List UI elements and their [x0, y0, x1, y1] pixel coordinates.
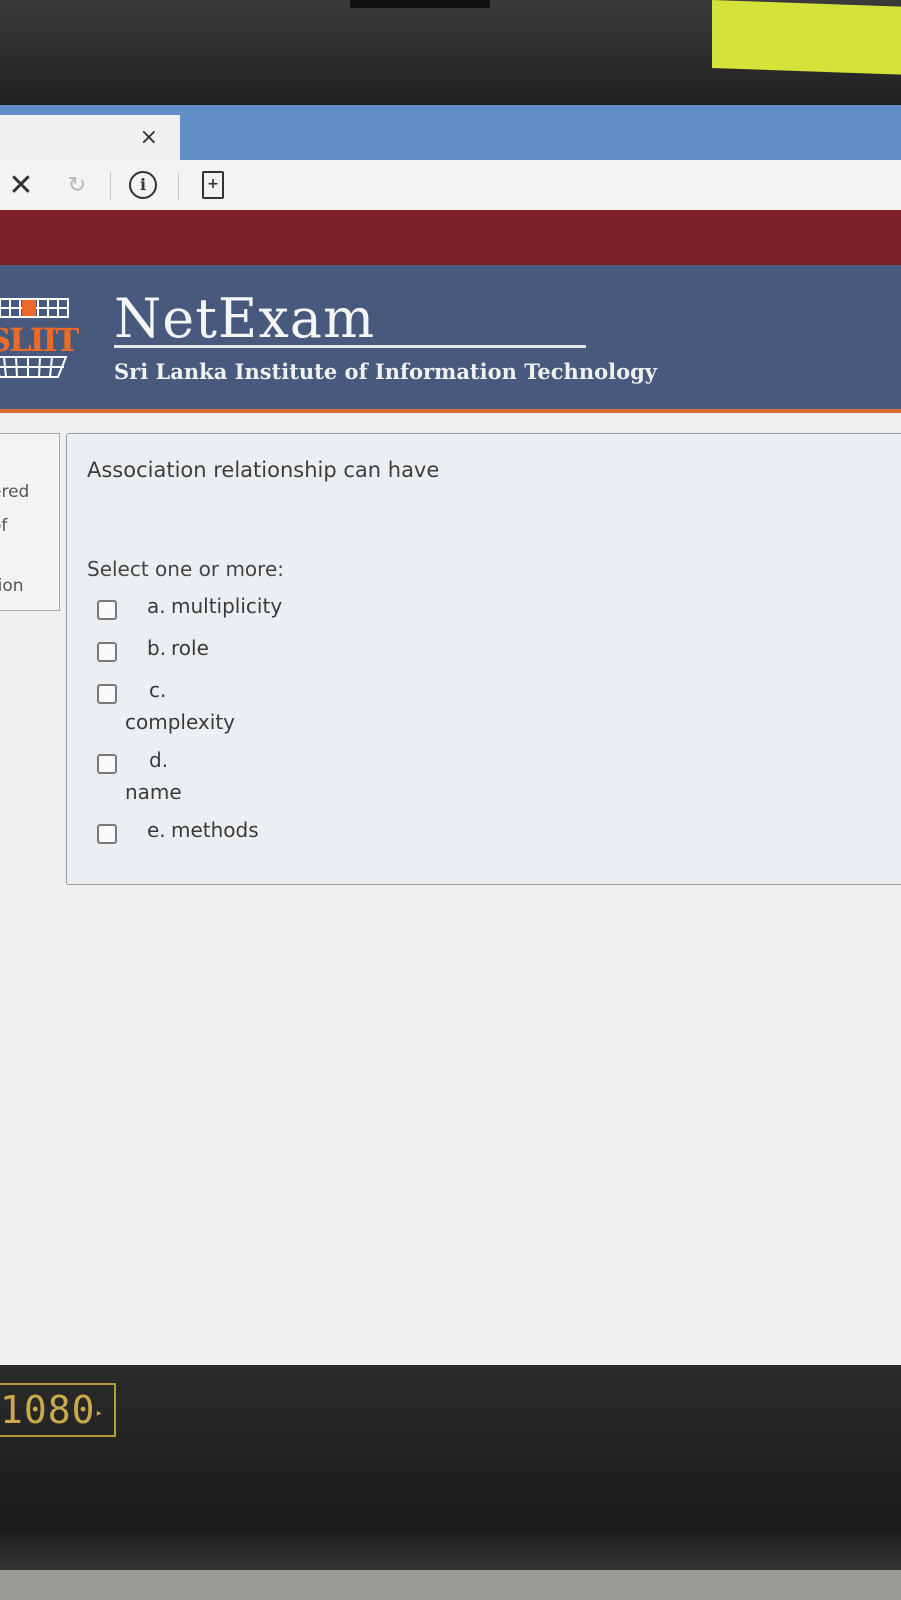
option-a-label[interactable]: multiplicity — [171, 594, 282, 618]
checkbox-b[interactable] — [97, 642, 117, 662]
page-add-icon: + — [202, 171, 224, 199]
screen: × ✕ ↻ i + LIIT NetExam Sri Lanka Institu… — [0, 105, 901, 1405]
checkbox-c[interactable] — [97, 684, 117, 704]
site-header: SLIIT NetExam Sri Lanka Institute of Inf… — [0, 265, 901, 413]
checkbox-a[interactable] — [97, 600, 117, 620]
site-top-band — [0, 210, 901, 265]
tab-close-icon[interactable]: × — [140, 125, 158, 150]
checkbox-e[interactable] — [97, 824, 117, 844]
option-e-label[interactable]: methods — [171, 818, 259, 842]
monitor-bezel-bottom: 1080▸ — [0, 1365, 901, 1600]
answer-prompt: Select one or more: — [87, 557, 284, 581]
option-d-letter: d. — [149, 748, 169, 772]
checkbox-d[interactable] — [97, 754, 117, 774]
toolbar-divider — [110, 172, 111, 200]
reload-icon[interactable]: ↻ — [62, 170, 92, 200]
resolution-badge: 1080▸ — [0, 1383, 116, 1437]
site-subtitle: Sri Lanka Institute of Information Techn… — [114, 359, 657, 384]
option-b-label[interactable]: role — [171, 636, 209, 660]
question-card: Association relationship can have Select… — [66, 433, 901, 885]
desk-surface — [0, 1570, 901, 1600]
info-line-3: tion — [0, 576, 24, 596]
info-line-2: of — [0, 516, 8, 536]
badge-arrow-icon: ▸ — [95, 1405, 104, 1420]
info-icon: i — [129, 171, 157, 199]
title-underline — [114, 345, 586, 348]
logo-text: SLIIT — [0, 321, 79, 359]
info-line-1: ered — [0, 482, 30, 502]
option-b-letter: b. — [147, 636, 167, 660]
option-e-letter: e. — [147, 818, 166, 842]
resolution-text: 1080 — [0, 1388, 96, 1432]
option-d-label[interactable]: name — [125, 780, 182, 804]
option-c-label[interactable]: complexity — [125, 710, 235, 734]
question-info-block: ered of tion — [0, 433, 60, 611]
page-action-button[interactable]: + — [198, 170, 228, 200]
stop-icon[interactable]: ✕ — [6, 168, 36, 203]
site-title: NetExam — [114, 287, 376, 350]
sticky-note — [712, 0, 901, 75]
browser-tab[interactable]: × — [0, 115, 180, 160]
bezel-notch — [350, 0, 490, 8]
option-a-letter: a. — [147, 594, 166, 618]
sliit-logo: SLIIT — [0, 295, 79, 381]
browser-toolbar: ✕ ↻ i + — [0, 160, 901, 211]
site-info-button[interactable]: i — [128, 170, 158, 200]
question-text: Association relationship can have — [87, 458, 440, 482]
toolbar-divider — [178, 172, 179, 200]
option-c-letter: c. — [149, 678, 167, 702]
tab-bar: × — [0, 105, 901, 160]
